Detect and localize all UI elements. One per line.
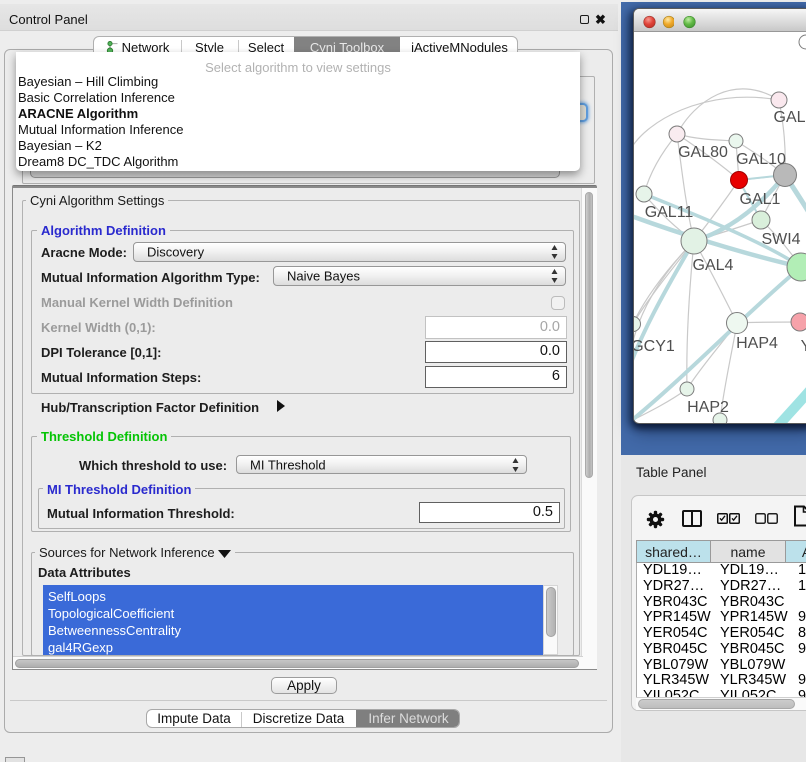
svg-text:GAL80: GAL80 bbox=[678, 144, 728, 161]
svg-text:HAP2: HAP2 bbox=[687, 399, 729, 416]
svg-text:SWI4: SWI4 bbox=[761, 231, 800, 248]
svg-text:GCY1: GCY1 bbox=[634, 338, 675, 355]
svg-text:GAL11: GAL11 bbox=[645, 204, 694, 221]
svg-text:Y: Y bbox=[801, 338, 806, 355]
svg-text:HAP4: HAP4 bbox=[736, 335, 778, 352]
svg-text:GAL4: GAL4 bbox=[693, 257, 734, 274]
svg-text:GAL1: GAL1 bbox=[740, 191, 781, 208]
svg-text:GAL10: GAL10 bbox=[736, 151, 786, 168]
svg-text:GAL2: GAL2 bbox=[774, 109, 806, 126]
